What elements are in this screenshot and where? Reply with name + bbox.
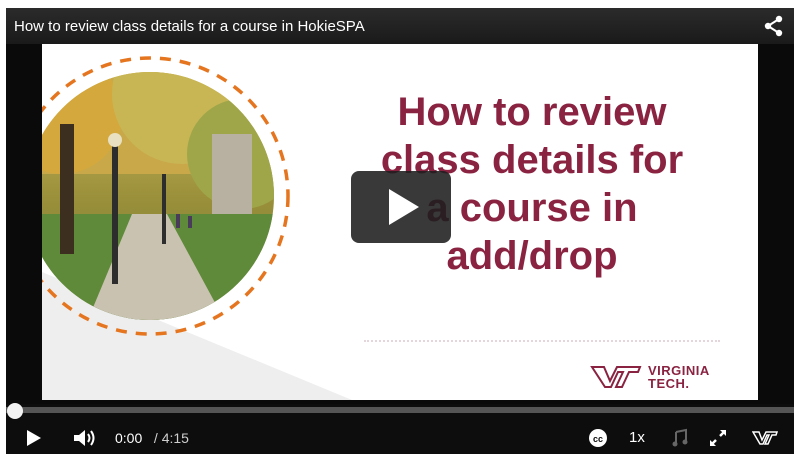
progress-bar[interactable] — [6, 403, 794, 419]
svg-text:cc: cc — [593, 434, 603, 444]
video-title-bar: How to review class details for a course… — [6, 8, 794, 44]
vt-logo-icon[interactable] — [752, 428, 778, 448]
time-separator: / — [153, 430, 158, 446]
logo-line: TECH. — [648, 376, 690, 391]
slide-title-line: How to review — [397, 90, 667, 134]
share-icon[interactable] — [764, 15, 784, 37]
video-player[interactable]: How to review class details for a course… — [6, 8, 794, 454]
closed-captions-icon[interactable]: cc — [588, 428, 608, 448]
play-icon[interactable] — [26, 428, 42, 448]
control-bar: 0:00 / 4:15 cc 1x — [6, 403, 794, 454]
music-note-icon[interactable] — [672, 428, 688, 448]
video-title[interactable]: How to review class details for a course… — [14, 18, 365, 35]
slide-divider — [364, 340, 720, 342]
current-time: 0:00 — [115, 430, 143, 446]
big-play-button[interactable] — [351, 171, 451, 243]
playback-rate-button[interactable]: 1x — [629, 429, 645, 446]
time-display: 0:00 / 4:15 — [115, 430, 189, 446]
virginia-tech-logo: VIRGINIA TECH. — [590, 360, 710, 394]
logo-wordmark: VIRGINIA TECH. — [648, 364, 710, 390]
campus-photo — [42, 72, 274, 320]
volume-icon[interactable] — [72, 428, 96, 448]
vt-mark-icon — [590, 366, 642, 388]
fullscreen-icon[interactable] — [708, 428, 728, 448]
progress-scrubber[interactable] — [7, 403, 23, 419]
duration: 4:15 — [161, 430, 189, 446]
